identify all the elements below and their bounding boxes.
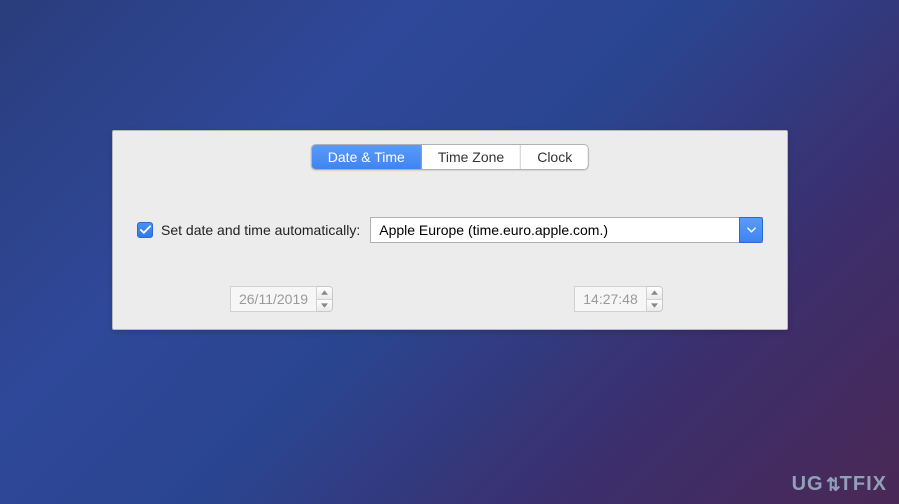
chevron-down-icon bbox=[321, 303, 328, 308]
date-step-up[interactable] bbox=[317, 287, 332, 300]
tab-time-zone[interactable]: Time Zone bbox=[422, 145, 521, 169]
date-stepper[interactable]: 26/11/2019 bbox=[230, 286, 333, 312]
time-step-up[interactable] bbox=[647, 287, 662, 300]
auto-set-row: Set date and time automatically: bbox=[137, 217, 763, 243]
date-step-down[interactable] bbox=[317, 300, 332, 312]
date-field[interactable]: 26/11/2019 bbox=[230, 286, 317, 312]
time-server-combo[interactable] bbox=[370, 217, 763, 243]
auto-set-checkbox[interactable] bbox=[137, 222, 153, 238]
watermark-logo: UG⇄TFIX bbox=[792, 473, 887, 496]
tab-date-time[interactable]: Date & Time bbox=[312, 145, 422, 169]
time-step-down[interactable] bbox=[647, 300, 662, 312]
date-stepper-arrows[interactable] bbox=[317, 286, 333, 312]
date-time-panel: Date & Time Time Zone Clock Set date and… bbox=[112, 130, 788, 330]
tab-bar: Date & Time Time Zone Clock bbox=[311, 144, 589, 170]
chevron-up-icon bbox=[651, 290, 658, 295]
date-time-values-row: 26/11/2019 14:27:48 bbox=[113, 286, 787, 312]
time-server-dropdown-button[interactable] bbox=[739, 217, 763, 243]
auto-set-label: Set date and time automatically: bbox=[161, 222, 360, 238]
chevron-down-icon bbox=[747, 227, 756, 233]
chevron-up-icon bbox=[321, 290, 328, 295]
tab-clock[interactable]: Clock bbox=[521, 145, 588, 169]
time-stepper-arrows[interactable] bbox=[647, 286, 663, 312]
time-server-input[interactable] bbox=[370, 217, 763, 243]
time-field[interactable]: 14:27:48 bbox=[574, 286, 647, 312]
time-stepper[interactable]: 14:27:48 bbox=[574, 286, 663, 312]
chevron-down-icon bbox=[651, 303, 658, 308]
